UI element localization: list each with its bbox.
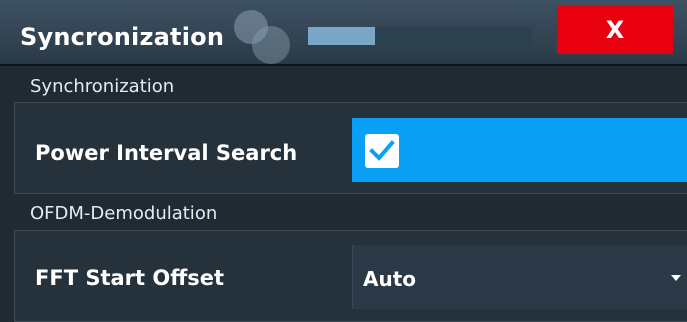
- section-label-ofdm-demodulation: OFDM-Demodulation: [30, 203, 218, 224]
- fft-start-offset-value: Auto: [363, 267, 417, 291]
- section-label-synchronization: Synchronization: [30, 76, 175, 97]
- fft-start-offset-select[interactable]: Auto: [352, 245, 687, 309]
- sync-panel: Power Interval Search: [14, 102, 687, 194]
- chevron-down-icon: [671, 275, 681, 281]
- ofdm-panel: FFT Start Offset Auto: [14, 230, 687, 322]
- progress-bar: [308, 27, 532, 45]
- checkmark-icon: [369, 140, 395, 161]
- close-icon: X: [605, 16, 625, 44]
- progress-fill: [308, 27, 376, 45]
- close-button[interactable]: X: [557, 6, 673, 54]
- dialog-title: Syncronization: [20, 23, 225, 51]
- power-interval-search-checkbox[interactable]: [365, 134, 399, 168]
- dialog-titlebar: Syncronization X: [0, 0, 687, 64]
- decorative-circle: [252, 26, 290, 64]
- titlebar-divider: [0, 64, 687, 66]
- power-interval-search-toggle[interactable]: [352, 118, 687, 182]
- power-interval-search-label: Power Interval Search: [35, 141, 298, 165]
- fft-start-offset-label: FFT Start Offset: [35, 266, 225, 290]
